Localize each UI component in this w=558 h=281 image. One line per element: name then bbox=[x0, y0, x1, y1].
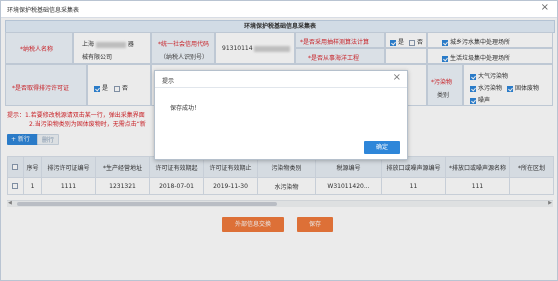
dialog-header: 提示 × bbox=[155, 71, 407, 88]
window-title: 环境保护税基础信息采集表 bbox=[7, 7, 80, 14]
window-close-icon[interactable]: × bbox=[541, 3, 549, 13]
success-dialog: 提示 × 保存成功！ 确定 bbox=[154, 70, 408, 160]
dialog-title: 提示 bbox=[162, 78, 175, 85]
dialog-close-icon[interactable]: × bbox=[393, 73, 401, 83]
dialog-message: 保存成功！ bbox=[170, 105, 201, 112]
window-titlebar: 环境保护税基础信息采集表 × bbox=[1, 1, 557, 18]
ok-button[interactable]: 确定 bbox=[364, 141, 400, 154]
collection-window: 环境保护税基础信息采集表 × 环境保护税基础信息采集表 *纳税人名称 上海 器 … bbox=[0, 0, 558, 281]
